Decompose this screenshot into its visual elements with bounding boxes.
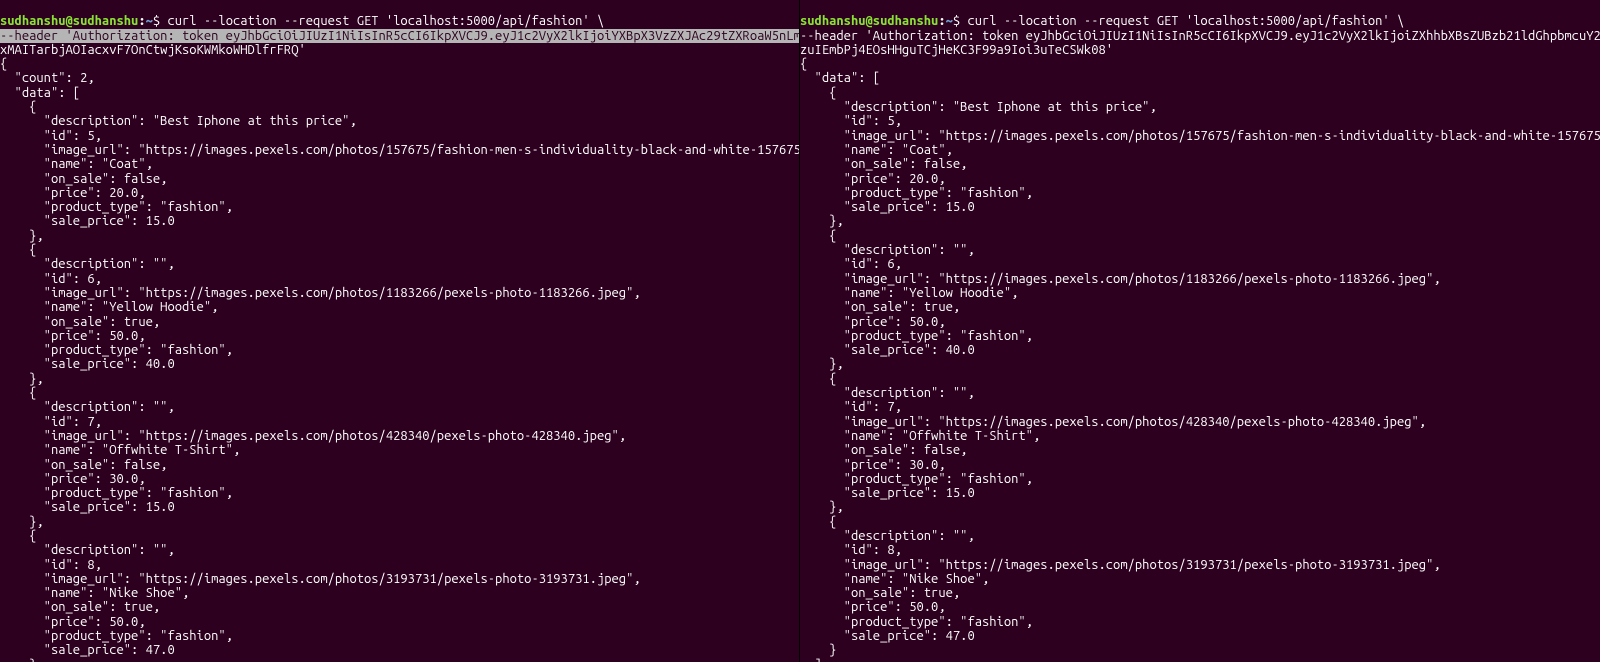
prompt-path: ~	[946, 14, 953, 28]
prompt-dollar: $	[153, 14, 160, 28]
curl-command-line3: xMAITarbjAOIacxvF7OnCtwjKsoKWMkoWHDlfrFR…	[0, 43, 306, 57]
selected-header-line: --header 'Authorization: token eyJhbGciO…	[0, 29, 800, 43]
json-response-left: { "count": 2, "data": [ { "description":…	[0, 57, 800, 662]
prompt-user: sudhanshu@sudhanshu	[800, 14, 938, 28]
curl-command-line1: curl --location --request GET 'localhost…	[967, 14, 1404, 28]
terminal-pane-right[interactable]: sudhanshu@sudhanshu:~$ curl --location -…	[800, 0, 1600, 662]
prompt-path: ~	[146, 14, 153, 28]
terminal-pane-left[interactable]: sudhanshu@sudhanshu:~$ curl --location -…	[0, 0, 800, 662]
prompt-dollar: $	[953, 14, 960, 28]
shell-prompt-right: sudhanshu@sudhanshu:~$	[800, 14, 960, 28]
json-response-right: { "data": [ { "description": "Best Iphon…	[800, 57, 1600, 662]
shell-prompt-left: sudhanshu@sudhanshu:~$	[0, 14, 160, 28]
curl-command-line1: curl --location --request GET 'localhost…	[167, 14, 604, 28]
prompt-colon: :	[938, 14, 945, 28]
prompt-colon: :	[138, 14, 145, 28]
prompt-user: sudhanshu@sudhanshu	[0, 14, 138, 28]
curl-command-line3: zuIEmbPj4EOsHHguTCjHeKC3F99a9Ioi3uTeCSWk…	[800, 43, 1113, 57]
curl-command-line2: --header 'Authorization: token eyJhbGciO…	[800, 29, 1600, 43]
